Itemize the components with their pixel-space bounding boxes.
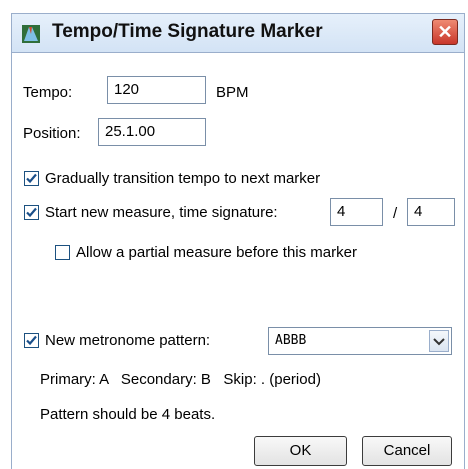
- time-signature-separator: /: [393, 205, 398, 222]
- checkmark-icon: [26, 173, 37, 184]
- tempo-input[interactable]: 120: [107, 76, 206, 104]
- partial-measure-checkbox[interactable]: [55, 245, 70, 260]
- pattern-beats-note: Pattern should be 4 beats.: [40, 406, 216, 423]
- ok-button[interactable]: OK: [254, 436, 347, 466]
- gradual-transition-checkbox[interactable]: [24, 171, 39, 186]
- metronome-label: New metronome pattern:: [45, 332, 211, 349]
- cancel-button[interactable]: Cancel: [362, 436, 452, 466]
- chevron-down-icon: [433, 338, 445, 346]
- checkmark-icon: [26, 207, 37, 218]
- pattern-legend: Primary: A Secondary: B Skip: . (period): [40, 371, 321, 388]
- checkmark-icon: [26, 335, 37, 346]
- gradual-transition-option[interactable]: Gradually transition tempo to next marke…: [24, 170, 320, 187]
- tempo-marker-dialog: Tempo/Time Signature Marker ✕ Tempo: 120…: [0, 0, 468, 469]
- partial-measure-option[interactable]: Allow a partial measure before this mark…: [55, 244, 357, 261]
- title-bar[interactable]: Tempo/Time Signature Marker ✕: [11, 13, 465, 53]
- gradual-transition-label: Gradually transition tempo to next marke…: [45, 170, 321, 187]
- close-button[interactable]: ✕: [432, 19, 458, 45]
- metronome-pattern-combo[interactable]: ABBB: [268, 327, 452, 355]
- new-measure-label: Start new measure, time signature:: [45, 204, 278, 221]
- window-title: Tempo/Time Signature Marker: [52, 21, 323, 42]
- partial-measure-label: Allow a partial measure before this mark…: [76, 244, 357, 261]
- new-measure-option[interactable]: Start new measure, time signature:: [24, 204, 278, 221]
- close-icon: ✕: [437, 22, 453, 42]
- metronome-pattern-value: ABBB: [275, 333, 307, 348]
- new-measure-checkbox[interactable]: [24, 205, 39, 220]
- tempo-unit: BPM: [216, 84, 249, 101]
- time-signature-denominator[interactable]: 4: [407, 198, 455, 226]
- tempo-label: Tempo:: [23, 84, 73, 101]
- metronome-option[interactable]: New metronome pattern:: [24, 332, 210, 349]
- metronome-checkbox[interactable]: [24, 333, 39, 348]
- app-icon: [22, 25, 40, 43]
- position-label: Position:: [23, 125, 81, 142]
- time-signature-numerator[interactable]: 4: [330, 198, 383, 226]
- position-input[interactable]: 25.1.00: [98, 118, 206, 146]
- dropdown-button[interactable]: [429, 330, 449, 352]
